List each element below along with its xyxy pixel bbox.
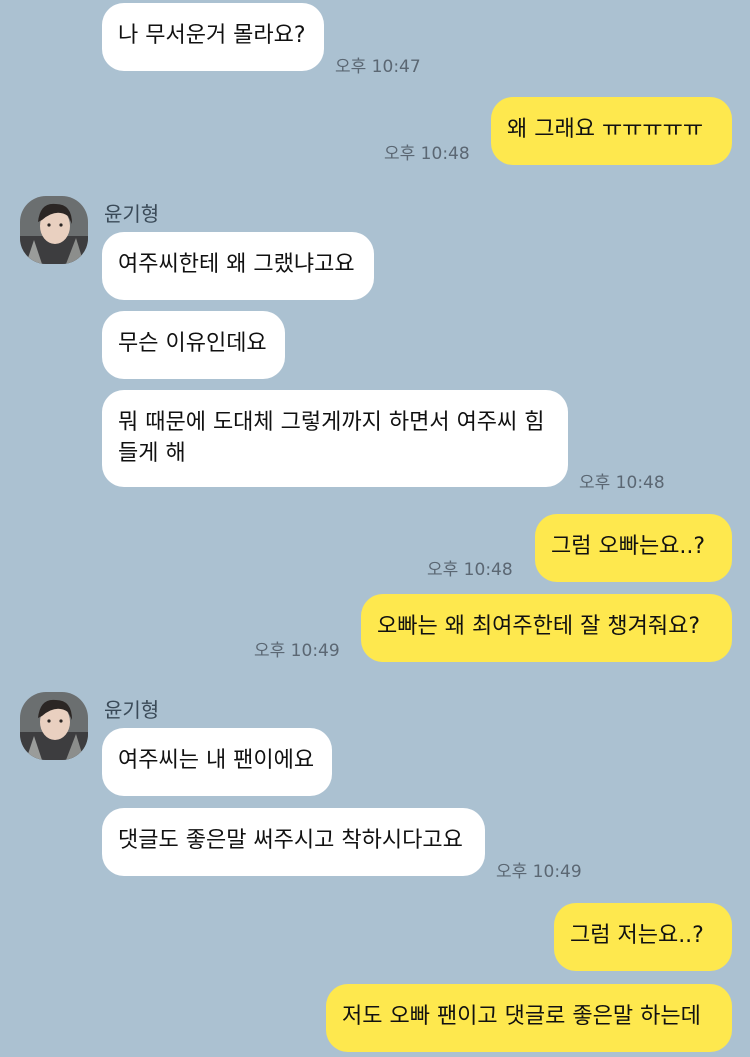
message-bubble-outgoing[interactable]: 그럼 저는요..? [554, 903, 732, 971]
message-timestamp: 오후 10:48 [384, 144, 470, 164]
contact-avatar[interactable] [20, 692, 88, 760]
message-bubble-incoming[interactable]: 뭐 때문에 도대체 그렇게까지 하면서 여주씨 힘들게 해 [102, 390, 568, 487]
message-timestamp: 오후 10:48 [579, 473, 665, 493]
message-bubble-outgoing[interactable]: 그럼 오빠는요..? [535, 514, 732, 582]
sender-name: 윤기형 [104, 698, 160, 722]
message-timestamp: 오후 10:47 [335, 57, 421, 77]
message-timestamp: 오후 10:49 [496, 862, 582, 882]
message-bubble-outgoing[interactable]: 오빠는 왜 최여주한테 잘 챙겨줘요? [361, 594, 732, 662]
message-bubble-incoming[interactable]: 여주씨는 내 팬이에요 [102, 728, 332, 796]
message-bubble-incoming[interactable]: 여주씨한테 왜 그랬냐고요 [102, 232, 374, 300]
message-bubble-outgoing[interactable]: 저도 오빠 팬이고 댓글로 좋은말 하는데 [326, 984, 732, 1052]
message-timestamp: 오후 10:49 [254, 641, 340, 661]
message-bubble-incoming[interactable]: 나 무서운거 몰라요? [102, 3, 324, 71]
message-bubble-incoming[interactable]: 댓글도 좋은말 써주시고 착하시다고요 [102, 808, 485, 876]
message-timestamp: 오후 10:48 [427, 560, 513, 580]
message-bubble-outgoing[interactable]: 왜 그래요 ㅠㅠㅠㅠㅠ [491, 97, 732, 165]
sender-name: 윤기형 [104, 202, 160, 226]
contact-avatar[interactable] [20, 196, 88, 264]
message-bubble-incoming[interactable]: 무슨 이유인데요 [102, 311, 285, 379]
